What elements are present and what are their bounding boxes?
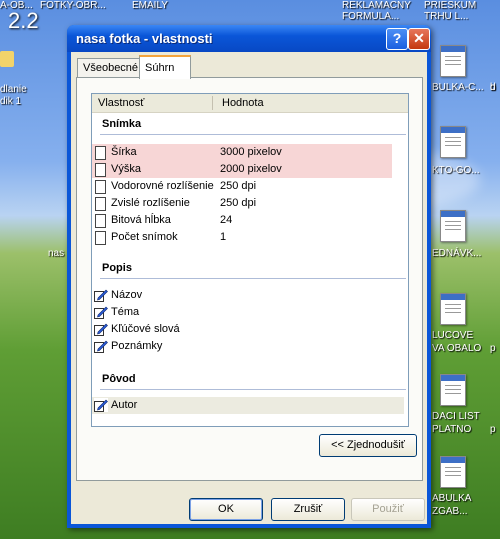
tab-general[interactable]: Všeobecné — [77, 58, 145, 77]
property-name: Výška — [111, 163, 141, 175]
desktop-label[interactable]: REKLAMACNY FORMULA... — [342, 0, 412, 22]
version-text: 2.2 — [8, 8, 39, 33]
document-icon[interactable] — [440, 45, 466, 77]
help-button[interactable]: ? — [386, 28, 408, 50]
edit-icon — [94, 398, 108, 412]
desktop-label[interactable]: EDNÁVK... — [432, 248, 481, 259]
property-name: Bitová hĺbka — [111, 214, 171, 226]
section-divider — [100, 134, 406, 135]
window-client: Všeobecné Súhrn Vlastnosť Hodnota Snímka… — [71, 52, 427, 524]
document-icon[interactable] — [440, 293, 466, 325]
document-icon — [95, 180, 106, 194]
property-name: Názov — [111, 289, 143, 301]
properties-list[interactable]: Vlastnosť Hodnota Snímka Šírka 3000 pixe… — [91, 93, 409, 427]
desktop-label[interactable]: d — [490, 82, 496, 93]
folder-icon[interactable] — [0, 51, 14, 67]
list-item[interactable]: Šírka 3000 pixelov — [92, 144, 392, 161]
list-item[interactable]: Kľúčové slová — [92, 321, 392, 338]
desktop-label[interactable]: VA OBALO — [432, 343, 481, 354]
desktop-label[interactable]: FOTKY-OBR... — [40, 0, 106, 11]
property-name: Téma — [111, 306, 140, 318]
edit-icon — [94, 339, 108, 353]
ok-button[interactable]: OK — [189, 498, 263, 521]
desktop-label[interactable]: dlanie — [0, 84, 27, 95]
list-item[interactable]: Názov — [92, 287, 392, 304]
properties-window: nasa fotka - vlastnosti ? ✕ Všeobecné Sú… — [67, 25, 431, 528]
apply-button[interactable]: Použiť — [351, 498, 425, 521]
edit-icon — [94, 288, 108, 302]
desktop-label[interactable]: PLATNO — [432, 424, 471, 435]
property-name: Počet snímok — [111, 231, 178, 243]
cancel-button[interactable]: Zrušiť — [271, 498, 345, 521]
column-header-value[interactable]: Hodnota — [222, 97, 264, 109]
list-item[interactable]: Zvislé rozlíšenie 250 dpi — [92, 195, 392, 212]
property-name: Autor — [111, 399, 138, 411]
document-icon — [95, 163, 106, 177]
desktop-label[interactable]: LUCOVE — [432, 330, 473, 341]
desktop-label[interactable]: p — [490, 343, 496, 354]
property-value: 2000 pixelov — [220, 163, 282, 175]
document-icon — [95, 214, 106, 228]
section-title-origin: Pôvod — [102, 373, 136, 385]
desktop-label[interactable]: KTO-GO... — [432, 165, 480, 176]
desktop-label[interactable]: DACI LIST — [432, 411, 480, 422]
desktop-label[interactable]: ABULKA — [432, 493, 471, 504]
list-item[interactable]: Bitová hĺbka 24 — [92, 212, 392, 229]
desktop-label[interactable]: dik 1 — [0, 96, 21, 107]
section-title-image: Snímka — [102, 118, 142, 130]
section-title-description: Popis — [102, 262, 132, 274]
section-divider — [100, 389, 406, 390]
property-value: 1 — [220, 231, 227, 243]
tab-panel: Vlastnosť Hodnota Snímka Šírka 3000 pixe… — [76, 77, 423, 481]
tab-summary[interactable]: Súhrn — [139, 55, 191, 79]
property-name: Zvislé rozlíšenie — [111, 197, 190, 209]
desktop-label[interactable]: A-OB... — [0, 0, 33, 11]
window-title: nasa fotka - vlastnosti — [76, 31, 213, 46]
desktop-label[interactable]: p — [490, 424, 496, 435]
list-item[interactable]: Počet snímok 1 — [92, 229, 392, 246]
property-name: Kľúčové slová — [111, 323, 180, 335]
column-divider[interactable] — [212, 96, 213, 110]
property-name: Šírka — [111, 146, 137, 158]
document-icon[interactable] — [440, 456, 466, 488]
list-item[interactable]: Poznámky — [92, 338, 392, 355]
desktop-label[interactable]: ZGAB... — [432, 506, 468, 517]
document-icon[interactable] — [440, 374, 466, 406]
list-header: Vlastnosť Hodnota — [92, 94, 408, 113]
property-name: Poznámky — [111, 340, 163, 352]
property-value: 250 dpi — [220, 180, 257, 192]
list-item[interactable]: Téma — [92, 304, 392, 321]
list-item[interactable]: Autor — [92, 397, 404, 414]
desktop-label[interactable]: PRIESKUM TRHU L... — [424, 0, 484, 22]
document-icon[interactable] — [440, 126, 466, 158]
document-icon — [95, 197, 106, 211]
document-icon — [95, 146, 106, 160]
property-value: 24 — [220, 214, 233, 226]
desktop-label[interactable]: EMAILY — [132, 0, 168, 11]
section-divider — [100, 278, 406, 279]
property-value: 3000 pixelov — [220, 146, 282, 158]
edit-icon — [94, 322, 108, 336]
close-button[interactable]: ✕ — [408, 28, 430, 50]
edit-icon — [94, 305, 108, 319]
list-item[interactable]: Vodorovné rozlíšenie 250 dpi — [92, 178, 392, 195]
title-bar[interactable]: nasa fotka - vlastnosti ? ✕ — [67, 25, 431, 52]
property-name: Vodorovné rozlíšenie — [111, 180, 214, 192]
document-icon[interactable] — [440, 210, 466, 242]
document-icon — [95, 231, 106, 245]
list-item[interactable]: Výška 2000 pixelov — [92, 161, 392, 178]
simplify-button[interactable]: << Zjednodušiť — [319, 434, 417, 457]
column-header-property[interactable]: Vlastnosť — [98, 97, 144, 109]
desktop-label[interactable]: BULKA-C... — [432, 82, 484, 93]
property-value: 250 dpi — [220, 197, 257, 209]
desktop-label[interactable]: nas — [48, 248, 64, 259]
